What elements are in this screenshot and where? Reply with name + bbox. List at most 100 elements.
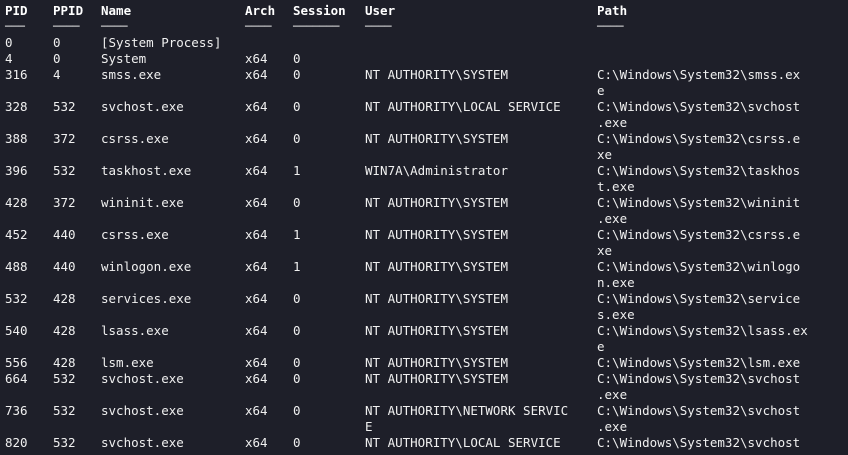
cell-ppid: 372 (53, 195, 76, 210)
cell-session: 1 (293, 259, 301, 274)
cell-path: C:\Windows\System32\svchost (597, 99, 801, 114)
cell-user: NT AUTHORITY\NETWORK SERVIC (365, 403, 569, 418)
cell-path: s.exe (597, 307, 635, 322)
cell-pid: 556 (5, 355, 28, 370)
header-arch: Arch (245, 3, 276, 18)
cell-session: 0 (293, 323, 301, 338)
header-path: Path (597, 3, 628, 18)
cell-process-name: svchost.exe (101, 371, 184, 386)
cell-session: 0 (293, 51, 301, 66)
terminal-window[interactable]: PID PPID Name Arch Session User Path ───… (0, 0, 848, 455)
cell-arch: x64 (245, 67, 268, 82)
cell-user: NT AUTHORITY\SYSTEM (365, 371, 508, 386)
table-row: 532 428 services.exe x64 0 NT AUTHORITY\SYSTE… (0, 291, 848, 307)
cell-path: C:\Windows\System32\service (597, 291, 801, 306)
table-row: 540 428 lsass.exe x64 0 NT AUTHORITY\SYSTEM C:… (0, 323, 848, 339)
underline-arch: ──── (245, 20, 272, 33)
cell-process-name: csrss.exe (101, 131, 169, 146)
cell-session: 0 (293, 131, 301, 146)
cell-session: 0 (293, 403, 301, 418)
cell-path: n.exe (597, 275, 635, 290)
table-header-row: PID PPID Name Arch Session User Path (0, 3, 848, 19)
cell-pid: 532 (5, 291, 28, 306)
underline-name: ──── (101, 20, 128, 33)
header-name: Name (101, 3, 132, 18)
table-row: n.exe (0, 275, 848, 291)
table-row: .exe (0, 211, 848, 227)
cell-path: t.exe (597, 179, 635, 194)
cell-arch: x64 (245, 163, 268, 178)
cell-pid: 396 (5, 163, 28, 178)
cell-pid: 540 (5, 323, 28, 338)
cell-path: .exe (597, 211, 628, 226)
cell-process-name: smss.exe (101, 67, 162, 82)
cell-pid: 820 (5, 435, 28, 450)
cell-path: C:\Windows\System32\winlogo (597, 259, 801, 274)
cell-arch: x64 (245, 371, 268, 386)
cell-path: .exe (597, 115, 628, 130)
cell-ppid: 428 (53, 323, 76, 338)
table-row: 664 532 svchost.exe x64 0 NT AUTHORITY\SYSTEM… (0, 371, 848, 387)
table-row: 388 372 csrss.exe x64 0 NT AUTHORITY\SYSTEM C:… (0, 131, 848, 147)
cell-session: 0 (293, 195, 301, 210)
table-row: E .exe (0, 419, 848, 435)
cell-user: NT AUTHORITY\SYSTEM (365, 259, 508, 274)
cell-process-name: [System Process] (101, 35, 222, 50)
cell-pid: 388 (5, 131, 28, 146)
cell-arch: x64 (245, 435, 268, 450)
cell-session: 0 (293, 355, 301, 370)
cell-process-name: svchost.exe (101, 435, 184, 450)
cell-arch: x64 (245, 323, 268, 338)
cell-path: xe (597, 147, 613, 162)
table-row: s.exe (0, 307, 848, 323)
underline-user: ──── (365, 20, 392, 33)
table-row: 328 532 svchost.exe x64 0 NT AUTHORITY\LOCAL … (0, 99, 848, 115)
table-row: xe (0, 243, 848, 259)
cell-user: NT AUTHORITY\SYSTEM (365, 291, 508, 306)
cell-ppid: 440 (53, 227, 76, 242)
underline-session: ─────── (293, 20, 340, 33)
cell-pid: 0 (5, 35, 13, 50)
cell-arch: x64 (245, 259, 268, 274)
table-row: 0 0 [System Process] (0, 35, 848, 51)
cell-user: NT AUTHORITY\SYSTEM (365, 355, 508, 370)
cell-pid: 316 (5, 67, 28, 82)
cell-path: .exe (597, 419, 628, 434)
underline-pid: ─── (5, 20, 25, 33)
cell-pid: 328 (5, 99, 28, 114)
cell-ppid: 0 (53, 51, 61, 66)
cell-session: 0 (293, 371, 301, 386)
header-pid: PID (5, 3, 28, 18)
cell-process-name: winlogon.exe (101, 259, 192, 274)
underline-ppid: ──── (53, 20, 80, 33)
table-row: .exe (0, 387, 848, 403)
cell-ppid: 372 (53, 131, 76, 146)
cell-path: C:\Windows\System32\csrss.e (597, 131, 801, 146)
cell-process-name: taskhost.exe (101, 163, 192, 178)
cell-session: 1 (293, 163, 301, 178)
cell-ppid: 428 (53, 291, 76, 306)
cell-user: NT AUTHORITY\SYSTEM (365, 195, 508, 210)
cell-path: .exe (597, 387, 628, 402)
cell-process-name: svchost.exe (101, 403, 184, 418)
cell-path: C:\Windows\System32\csrss.e (597, 227, 801, 242)
cell-arch: x64 (245, 51, 268, 66)
header-user: User (365, 3, 396, 18)
cell-user: NT AUTHORITY\LOCAL SERVICE (365, 99, 561, 114)
cell-process-name: lsass.exe (101, 323, 169, 338)
cell-pid: 4 (5, 51, 13, 66)
cell-path: C:\Windows\System32\taskhos (597, 163, 801, 178)
table-row: 4 0 System x64 0 (0, 51, 848, 67)
cell-arch: x64 (245, 99, 268, 114)
cell-ppid: 0 (53, 35, 61, 50)
cell-ppid: 532 (53, 99, 76, 114)
cell-path: C:\Windows\System32\svchost (597, 371, 801, 386)
table-row: 428 372 wininit.exe x64 0 NT AUTHORITY\SYSTEM… (0, 195, 848, 211)
cell-process-name: services.exe (101, 291, 192, 306)
cell-pid: 428 (5, 195, 28, 210)
cell-process-name: lsm.exe (101, 355, 154, 370)
cell-arch: x64 (245, 131, 268, 146)
cell-path: C:\Windows\System32\svchost (597, 435, 801, 450)
cell-path: C:\Windows\System32\svchost (597, 403, 801, 418)
cell-path: C:\Windows\System32\wininit (597, 195, 801, 210)
